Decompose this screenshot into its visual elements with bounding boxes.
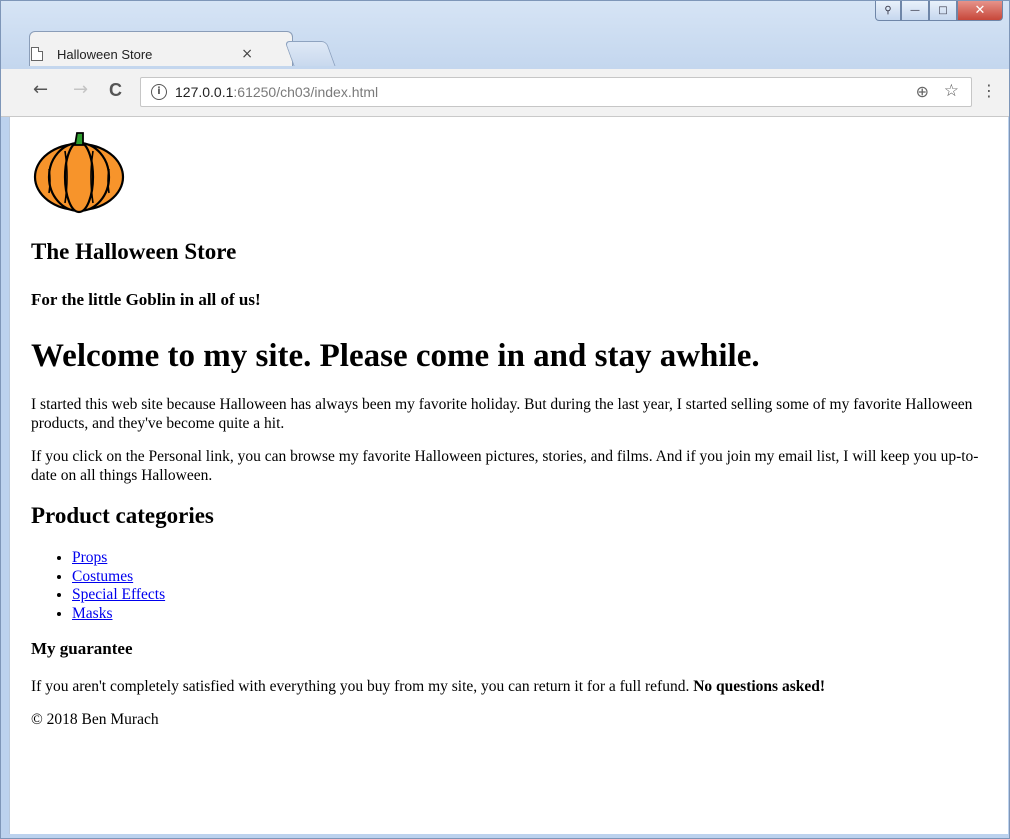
reload-icon[interactable]: C: [109, 80, 122, 101]
category-link-costumes[interactable]: Costumes: [72, 568, 133, 585]
title-bar: ⚲ — □ ✕ Halloween Store ×: [1, 1, 1009, 71]
welcome-heading: Welcome to my site. Please come in and s…: [31, 338, 760, 374]
category-list: Props Costumes Special Effects Masks: [31, 549, 997, 623]
page-viewport: The Halloween Store For the little Gobli…: [9, 117, 1008, 834]
category-link-props[interactable]: Props: [72, 549, 107, 566]
category-link-special-effects[interactable]: Special Effects: [72, 586, 165, 603]
url-host: 127.0.0.1: [175, 84, 234, 100]
address-bar[interactable]: i 127.0.0.1:61250/ch03/index.html ⊕ ☆: [140, 77, 972, 107]
browser-toolbar: ← → C i 127.0.0.1:61250/ch03/index.html …: [1, 69, 1009, 117]
page-icon: [31, 47, 43, 61]
zoom-icon[interactable]: ⊕: [916, 82, 929, 101]
bookmark-star-icon[interactable]: ☆: [944, 81, 959, 101]
tab-close-icon[interactable]: ×: [241, 46, 253, 62]
info-icon[interactable]: i: [151, 84, 167, 100]
guarantee-paragraph: If you aren't completely satisfied with …: [31, 677, 997, 696]
pumpkin-logo-icon: [33, 132, 125, 214]
personal-paragraph: If you click on the Personal link, you c…: [31, 448, 979, 484]
list-item: Special Effects: [72, 586, 997, 605]
list-item: Masks: [72, 605, 997, 624]
category-link-masks[interactable]: Masks: [72, 605, 112, 622]
active-tab-content[interactable]: Halloween Store ×: [25, 39, 265, 69]
guarantee-text: If you aren't completely satisfied with …: [31, 678, 694, 695]
tagline-heading: For the little Goblin in all of us!: [31, 290, 261, 309]
menu-icon[interactable]: ⋮: [981, 81, 997, 100]
copyright-text: © 2018 Ben Murach: [31, 711, 159, 728]
back-icon[interactable]: ←: [33, 79, 48, 100]
browser-window: ⚲ — □ ✕ Halloween Store × ← → C i 127.0.…: [0, 0, 1010, 839]
url-text[interactable]: 127.0.0.1:61250/ch03/index.html: [175, 84, 378, 100]
tab-title: Halloween Store: [57, 46, 153, 62]
forward-icon[interactable]: →: [73, 79, 88, 100]
list-item: Props: [72, 549, 997, 568]
window-controls: ⚲ — □ ✕: [875, 1, 1003, 21]
maximize-button[interactable]: □: [929, 1, 957, 21]
new-tab-button[interactable]: [284, 41, 336, 66]
page-content: The Halloween Store For the little Gobli…: [10, 123, 997, 729]
guarantee-heading: My guarantee: [31, 639, 133, 658]
user-icon[interactable]: ⚲: [875, 1, 901, 21]
product-categories-heading: Product categories: [31, 503, 214, 528]
close-window-button[interactable]: ✕: [957, 1, 1003, 21]
store-name-heading: The Halloween Store: [31, 239, 237, 264]
intro-paragraph: I started this web site because Hallowee…: [31, 396, 973, 432]
minimize-button[interactable]: —: [901, 1, 929, 21]
url-path: :61250/ch03/index.html: [233, 84, 379, 100]
list-item: Costumes: [72, 568, 997, 587]
guarantee-emphasis: No questions asked!: [693, 678, 826, 695]
